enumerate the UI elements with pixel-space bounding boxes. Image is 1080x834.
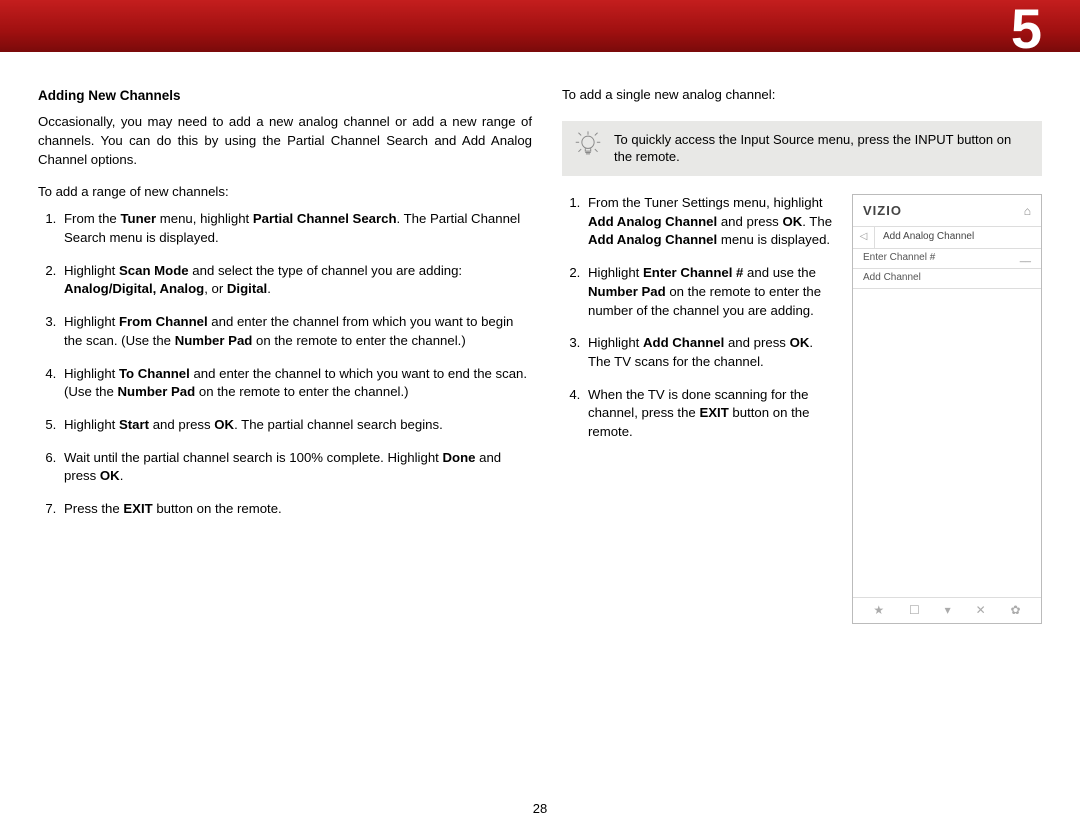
tv-menu-title: Add Analog Channel	[875, 230, 974, 244]
left-column: Adding New Channels Occasionally, you ma…	[38, 86, 532, 624]
lead-in-text-right: To add a single new analog channel:	[562, 86, 1042, 105]
content-area: Adding New Channels Occasionally, you ma…	[0, 52, 1080, 624]
analog-step-1: From the Tuner Settings menu, highlight …	[584, 194, 836, 250]
analog-steps-wrapper: From the Tuner Settings menu, highlight …	[562, 194, 836, 624]
home-icon: ⌂	[1024, 203, 1031, 220]
row-label: Enter Channel #	[863, 251, 935, 265]
tv-menu-body-empty	[853, 289, 1041, 597]
analog-steps-list: From the Tuner Settings menu, highlight …	[562, 194, 836, 442]
step-4: Highlight To Channel and enter the chann…	[60, 365, 532, 402]
range-steps-list: From the Tuner menu, highlight Partial C…	[38, 210, 532, 519]
analog-step-2: Highlight Enter Channel # and use the Nu…	[584, 264, 836, 320]
step-2: Highlight Scan Mode and select the type …	[60, 262, 532, 299]
step-5: Highlight Start and press OK. The partia…	[60, 416, 532, 435]
analog-step-4: When the TV is done scanning for the cha…	[584, 386, 836, 442]
step-3: Highlight From Channel and enter the cha…	[60, 313, 532, 350]
chapter-number: 5	[1011, 0, 1042, 61]
tv-menu-screenshot: VIZIO ⌂ ◁ Add Analog Channel Enter Chann…	[852, 194, 1042, 624]
right-inner-row: From the Tuner Settings menu, highlight …	[562, 194, 1042, 624]
tip-callout: To quickly access the Input Source menu,…	[562, 121, 1042, 176]
tv-menu-row-channel-num: Enter Channel # __	[853, 249, 1041, 269]
section-heading: Adding New Channels	[38, 86, 532, 105]
intro-paragraph: Occasionally, you may need to add a new …	[38, 113, 532, 169]
tv-menu-footer: ★ ☐ ▾ ✕ ✿	[853, 597, 1041, 623]
analog-step-3: Highlight Add Channel and press OK. The …	[584, 334, 836, 371]
tv-menu-row-add-channel: Add Channel	[853, 269, 1041, 289]
cc-icon: ☐	[909, 602, 920, 619]
x-icon: ✕	[976, 602, 986, 619]
tv-menu-title-row: ◁ Add Analog Channel	[853, 227, 1041, 249]
tip-text: To quickly access the Input Source menu,…	[614, 132, 1011, 165]
step-6: Wait until the partial channel search is…	[60, 449, 532, 486]
step-7: Press the EXIT button on the remote.	[60, 500, 532, 519]
gear-icon: ✿	[1010, 602, 1020, 619]
page-number: 28	[533, 801, 547, 816]
tv-menu-header: VIZIO ⌂	[853, 195, 1041, 227]
step-1: From the Tuner menu, highlight Partial C…	[60, 210, 532, 247]
header-bar: 5	[0, 0, 1080, 52]
row-value: __	[1020, 251, 1031, 265]
back-arrow-icon: ◁	[853, 227, 875, 248]
lead-in-text: To add a range of new channels:	[38, 183, 532, 202]
v-icon: ▾	[945, 602, 951, 619]
star-icon: ★	[873, 602, 884, 619]
lightbulb-icon	[574, 130, 602, 160]
vizio-brand-label: VIZIO	[863, 202, 902, 220]
row-label: Add Channel	[863, 271, 921, 285]
right-column: To add a single new analog channel: To q…	[562, 86, 1042, 624]
